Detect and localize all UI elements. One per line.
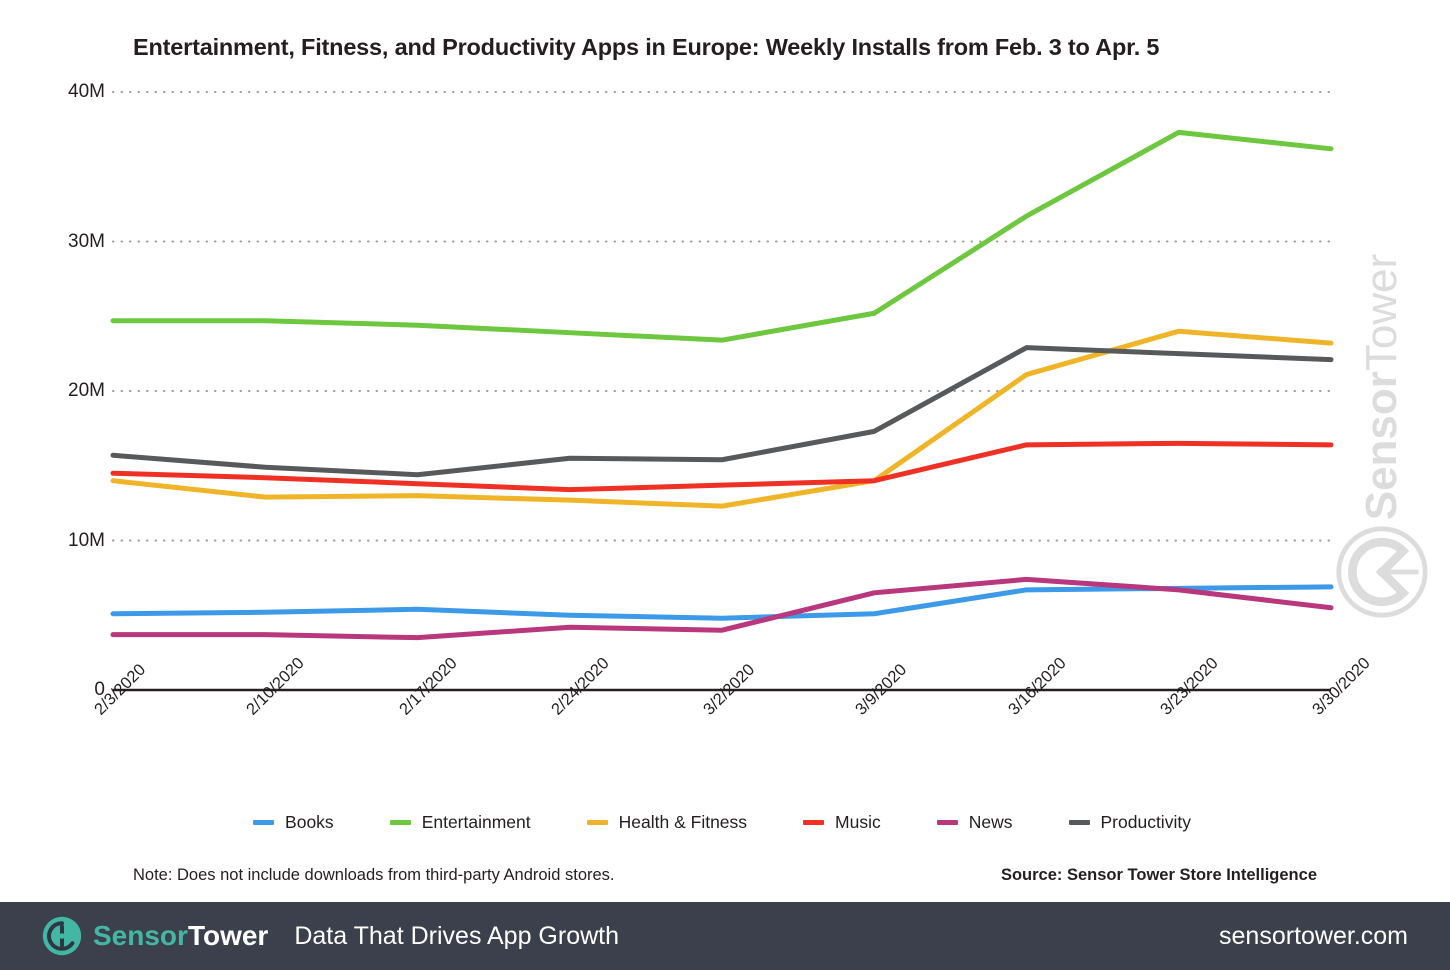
- watermark-brand-second: Tower: [1357, 253, 1406, 372]
- legend-label: Entertainment: [421, 812, 531, 832]
- chart-title: Entertainment, Fitness, and Productivity…: [133, 34, 1160, 60]
- legend-swatch-icon: [936, 820, 958, 825]
- plot-area: [110, 91, 1334, 692]
- footer-brand: SensorTower: [93, 920, 268, 952]
- chart-legend: Books Entertainment Health & Fitness Music N…: [113, 812, 1331, 833]
- legend-item[interactable]: Books: [253, 812, 334, 833]
- legend-swatch-icon: [389, 820, 411, 825]
- sensortower-logo-icon: [42, 916, 82, 956]
- legend-item[interactable]: News: [936, 812, 1013, 833]
- footer-brand-second: Tower: [187, 920, 269, 951]
- y-axis-tick-label: 30M: [68, 230, 105, 252]
- legend-label: Books: [285, 812, 334, 832]
- series-line-entertainment: [110, 129, 1334, 343]
- watermark: SensorTower: [1322, 150, 1442, 620]
- footnote-note: Note: Does not include downloads from th…: [133, 866, 615, 884]
- legend-label: News: [968, 812, 1013, 832]
- series-lines: [110, 129, 1334, 641]
- footnote-source: Source: Sensor Tower Store Intelligence: [1000, 866, 1317, 884]
- y-axis-tick-label: 0: [94, 679, 105, 700]
- legend-swatch-icon: [253, 820, 275, 825]
- y-axis-tick-label: 20M: [68, 380, 105, 401]
- legend-label: Productivity: [1100, 812, 1191, 832]
- legend-label: Music: [835, 812, 881, 832]
- legend-item[interactable]: Productivity: [1068, 812, 1191, 833]
- legend-swatch-icon: [586, 820, 608, 825]
- gridlines: [112, 91, 1332, 542]
- series-line-productivity: [110, 345, 1334, 478]
- legend-swatch-icon: [803, 820, 825, 825]
- footer-bar: SensorTower Data That Drives App Growth …: [0, 902, 1450, 970]
- series-line-news: [110, 576, 1334, 641]
- chart-page: Entertainment, Fitness, and Productivity…: [0, 0, 1450, 970]
- watermark-brand: SensorTower: [1357, 254, 1407, 521]
- line-chart-svg: [110, 91, 1334, 692]
- legend-item[interactable]: Entertainment: [389, 812, 531, 833]
- series-line-books: [110, 584, 1334, 621]
- footer-url[interactable]: sensortower.com: [1219, 922, 1408, 951]
- sensortower-logo-icon: [1336, 526, 1428, 618]
- y-axis-tick-label: 40M: [68, 81, 105, 102]
- legend-item[interactable]: Health & Fitness: [586, 812, 748, 833]
- y-axis-tick-label: 10M: [68, 529, 105, 551]
- legend-item[interactable]: Music: [803, 812, 881, 833]
- y-axis: 0 10M 20M 30M 40M: [0, 0, 105, 970]
- legend-swatch-icon: [1068, 820, 1090, 825]
- footer-brand-first: Sensor: [93, 920, 188, 951]
- footer-tagline: Data That Drives App Growth: [294, 921, 620, 950]
- legend-label: Health & Fitness: [618, 812, 748, 832]
- watermark-brand-first: Sensor: [1357, 371, 1406, 521]
